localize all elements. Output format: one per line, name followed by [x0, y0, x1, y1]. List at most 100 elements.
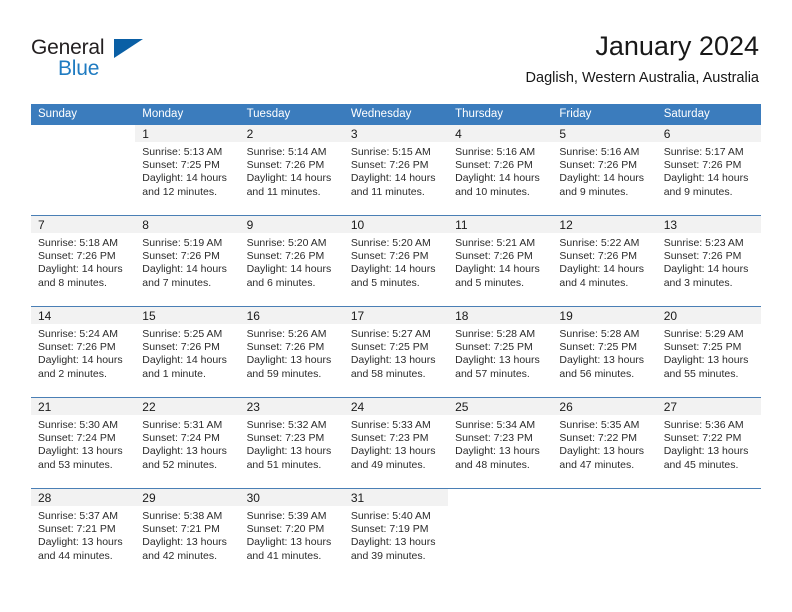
calendar-day-cell[interactable]: 16 Sunrise: 5:26 AM Sunset: 7:26 PM Dayligh…: [239, 307, 344, 397]
daylight-text-cont: and 53 minutes.: [38, 458, 113, 471]
daylight-text-cont: and 3 minutes.: [663, 276, 733, 289]
calendar-day-cell[interactable]: 1 Sunrise: 5:13 AM Sunset: 7:25 PM Daylight…: [135, 125, 240, 215]
daylight-text: Daylight: 14 hours: [38, 354, 123, 367]
day-details: Sunrise: 5:27 AM Sunset: 7:25 PM Daylight:…: [344, 324, 448, 381]
sunrise-text: Sunrise: 5:32 AM: [246, 419, 327, 431]
sunset-text: Sunset: 7:26 PM: [38, 341, 116, 354]
daylight-text-cont: and 48 minutes.: [455, 458, 530, 471]
calendar-day-cell[interactable]: 5 Sunrise: 5:16 AM Sunset: 7:26 PM Daylight…: [552, 125, 657, 215]
sunrise-text: Sunrise: 5:19 AM: [142, 237, 223, 249]
day-details: Sunrise: 5:15 AM Sunset: 7:26 PM Daylight:…: [344, 142, 448, 199]
daylight-text: Daylight: 13 hours: [38, 536, 123, 549]
day-details: Sunrise: 5:32 AM Sunset: 7:23 PM Daylight:…: [240, 415, 344, 472]
sunset-text: Sunset: 7:23 PM: [350, 432, 429, 445]
calendar-day-cell[interactable]: 2 Sunrise: 5:14 AM Sunset: 7:26 PM Daylight…: [239, 125, 344, 215]
calendar-day-cell[interactable]: 10 Sunrise: 5:20 AM Sunset: 7:26 PM Dayligh…: [343, 216, 449, 306]
calendar-day-cell[interactable]: 18 Sunrise: 5:28 AM Sunset: 7:25 PM Dayligh…: [448, 307, 553, 397]
calendar-day-cell[interactable]: 14 Sunrise: 5:24 AM Sunset: 7:26 PM Dayligh…: [31, 307, 136, 397]
calendar-day-cell[interactable]: 23 Sunrise: 5:32 AM Sunset: 7:23 PM Dayligh…: [239, 398, 344, 488]
day-details: Sunrise: 5:18 AM Sunset: 7:26 PM Daylight:…: [31, 233, 135, 290]
calendar-day-cell[interactable]: 24 Sunrise: 5:33 AM Sunset: 7:23 PM Dayligh…: [343, 398, 449, 488]
day-details: Sunrise: 5:28 AM Sunset: 7:25 PM Daylight:…: [448, 324, 552, 381]
sunset-text: Sunset: 7:22 PM: [663, 432, 742, 445]
calendar-day-cell[interactable]: 25 Sunrise: 5:34 AM Sunset: 7:23 PM Dayligh…: [448, 398, 553, 488]
sunset-text: Sunset: 7:20 PM: [246, 523, 325, 536]
day-number: 13: [656, 216, 761, 233]
calendar-week-row: 7 Sunrise: 5:18 AM Sunset: 7:26 PM Daylight…: [31, 216, 761, 306]
day-number: 24: [343, 398, 449, 415]
daylight-text: Daylight: 14 hours: [559, 172, 645, 185]
sunset-text: Sunset: 7:26 PM: [350, 250, 429, 263]
calendar-day-cell[interactable]: 15 Sunrise: 5:25 AM Sunset: 7:26 PM Dayligh…: [135, 307, 240, 397]
calendar-day-cell[interactable]: 9 Sunrise: 5:20 AM Sunset: 7:26 PM Daylight…: [239, 216, 344, 306]
day-details: Sunrise: 5:14 AM Sunset: 7:26 PM Daylight:…: [240, 142, 344, 199]
calendar-week-row: 28 Sunrise: 5:37 AM Sunset: 7:21 PM Dayligh…: [31, 489, 761, 579]
page-header: General Blue January 2024 Daglish, Weste…: [0, 0, 792, 100]
day-number: 27: [656, 398, 761, 415]
daylight-text-cont: and 9 minutes.: [559, 185, 629, 198]
calendar-day-cell[interactable]: 11 Sunrise: 5:21 AM Sunset: 7:26 PM Dayligh…: [448, 216, 553, 306]
sunset-text: Sunset: 7:26 PM: [142, 250, 220, 263]
calendar-week-row: 14 Sunrise: 5:24 AM Sunset: 7:26 PM Dayligh…: [31, 307, 761, 397]
sunrise-text: Sunrise: 5:15 AM: [350, 146, 431, 158]
daylight-text-cont: and 11 minutes.: [350, 185, 425, 198]
calendar-week-row: 1 Sunrise: 5:13 AM Sunset: 7:25 PM Daylight…: [31, 125, 761, 215]
day-details: Sunrise: 5:26 AM Sunset: 7:26 PM Daylight:…: [240, 324, 344, 381]
calendar-day-cell[interactable]: 3 Sunrise: 5:15 AM Sunset: 7:26 PM Daylight…: [343, 125, 449, 215]
sunset-text: Sunset: 7:23 PM: [455, 432, 533, 445]
weekday-header-sunday: Sunday: [31, 104, 136, 125]
sunrise-text: Sunrise: 5:14 AM: [246, 146, 327, 158]
brand-logo[interactable]: General Blue: [31, 36, 151, 82]
day-details: Sunrise: 5:20 AM Sunset: 7:26 PM Daylight:…: [344, 233, 448, 290]
sunset-text: Sunset: 7:26 PM: [455, 159, 533, 172]
daylight-text: Daylight: 14 hours: [142, 354, 227, 367]
daylight-text-cont: and 58 minutes.: [350, 367, 426, 380]
daylight-text: Daylight: 13 hours: [246, 445, 332, 458]
day-details: Sunrise: 5:34 AM Sunset: 7:23 PM Daylight:…: [448, 415, 552, 472]
day-number: 20: [656, 307, 761, 324]
calendar-day-cell[interactable]: 26 Sunrise: 5:35 AM Sunset: 7:22 PM Dayligh…: [552, 398, 657, 488]
calendar-day-cell[interactable]: 7 Sunrise: 5:18 AM Sunset: 7:26 PM Daylight…: [31, 216, 136, 306]
calendar-day-cell[interactable]: 22 Sunrise: 5:31 AM Sunset: 7:24 PM Dayligh…: [135, 398, 240, 488]
day-details: Sunrise: 5:17 AM Sunset: 7:26 PM Daylight:…: [657, 142, 761, 199]
sunset-text: Sunset: 7:26 PM: [246, 250, 325, 263]
calendar-day-cell[interactable]: 12 Sunrise: 5:22 AM Sunset: 7:26 PM Dayligh…: [552, 216, 657, 306]
sunset-text: Sunset: 7:25 PM: [142, 159, 220, 172]
daylight-text-cont: and 7 minutes.: [142, 276, 212, 289]
calendar-day-cell[interactable]: 27 Sunrise: 5:36 AM Sunset: 7:22 PM Dayligh…: [656, 398, 761, 488]
calendar-day-cell[interactable]: 13 Sunrise: 5:23 AM Sunset: 7:26 PM Dayligh…: [656, 216, 761, 306]
sunrise-text: Sunrise: 5:17 AM: [663, 146, 744, 158]
sunset-text: Sunset: 7:24 PM: [38, 432, 116, 445]
day-number: 18: [448, 307, 553, 324]
sunrise-text: Sunrise: 5:22 AM: [559, 237, 640, 249]
calendar-day-cell[interactable]: 31 Sunrise: 5:40 AM Sunset: 7:19 PM Dayligh…: [343, 489, 449, 579]
day-number: 15: [135, 307, 240, 324]
calendar-day-cell[interactable]: 4 Sunrise: 5:16 AM Sunset: 7:26 PM Daylight…: [448, 125, 553, 215]
calendar-day-cell[interactable]: 29 Sunrise: 5:38 AM Sunset: 7:21 PM Dayligh…: [135, 489, 240, 579]
sunrise-text: Sunrise: 5:13 AM: [142, 146, 223, 158]
sunrise-text: Sunrise: 5:26 AM: [246, 328, 327, 340]
sunrise-text: Sunrise: 5:38 AM: [142, 510, 223, 522]
day-number: [448, 489, 552, 506]
calendar-day-cell[interactable]: 30 Sunrise: 5:39 AM Sunset: 7:20 PM Dayligh…: [239, 489, 344, 579]
day-number: [31, 125, 135, 142]
daylight-text-cont: and 2 minutes.: [38, 367, 107, 380]
day-number: 21: [31, 398, 136, 415]
page-title: January 2024: [595, 31, 759, 61]
sunrise-text: Sunrise: 5:29 AM: [663, 328, 744, 340]
day-number: 7: [31, 216, 136, 233]
day-number: 4: [448, 125, 553, 142]
calendar-day-cell[interactable]: 8 Sunrise: 5:19 AM Sunset: 7:26 PM Daylight…: [135, 216, 240, 306]
calendar-day-cell[interactable]: 20 Sunrise: 5:29 AM Sunset: 7:25 PM Dayligh…: [656, 307, 761, 397]
day-details: Sunrise: 5:31 AM Sunset: 7:24 PM Daylight:…: [135, 415, 239, 472]
daylight-text: Daylight: 14 hours: [246, 172, 332, 185]
calendar-day-cell[interactable]: 6 Sunrise: 5:17 AM Sunset: 7:26 PM Daylight…: [656, 125, 761, 215]
day-details: Sunrise: 5:37 AM Sunset: 7:21 PM Daylight:…: [31, 506, 135, 563]
calendar-day-cell[interactable]: 17 Sunrise: 5:27 AM Sunset: 7:25 PM Dayligh…: [343, 307, 449, 397]
calendar-day-cell[interactable]: 19 Sunrise: 5:28 AM Sunset: 7:25 PM Dayligh…: [552, 307, 657, 397]
day-number: 10: [343, 216, 449, 233]
daylight-text-cont: and 49 minutes.: [350, 458, 426, 471]
calendar-day-cell[interactable]: 21 Sunrise: 5:30 AM Sunset: 7:24 PM Dayligh…: [31, 398, 136, 488]
calendar-day-cell[interactable]: 28 Sunrise: 5:37 AM Sunset: 7:21 PM Dayligh…: [31, 489, 136, 579]
daylight-text: Daylight: 13 hours: [246, 536, 332, 549]
